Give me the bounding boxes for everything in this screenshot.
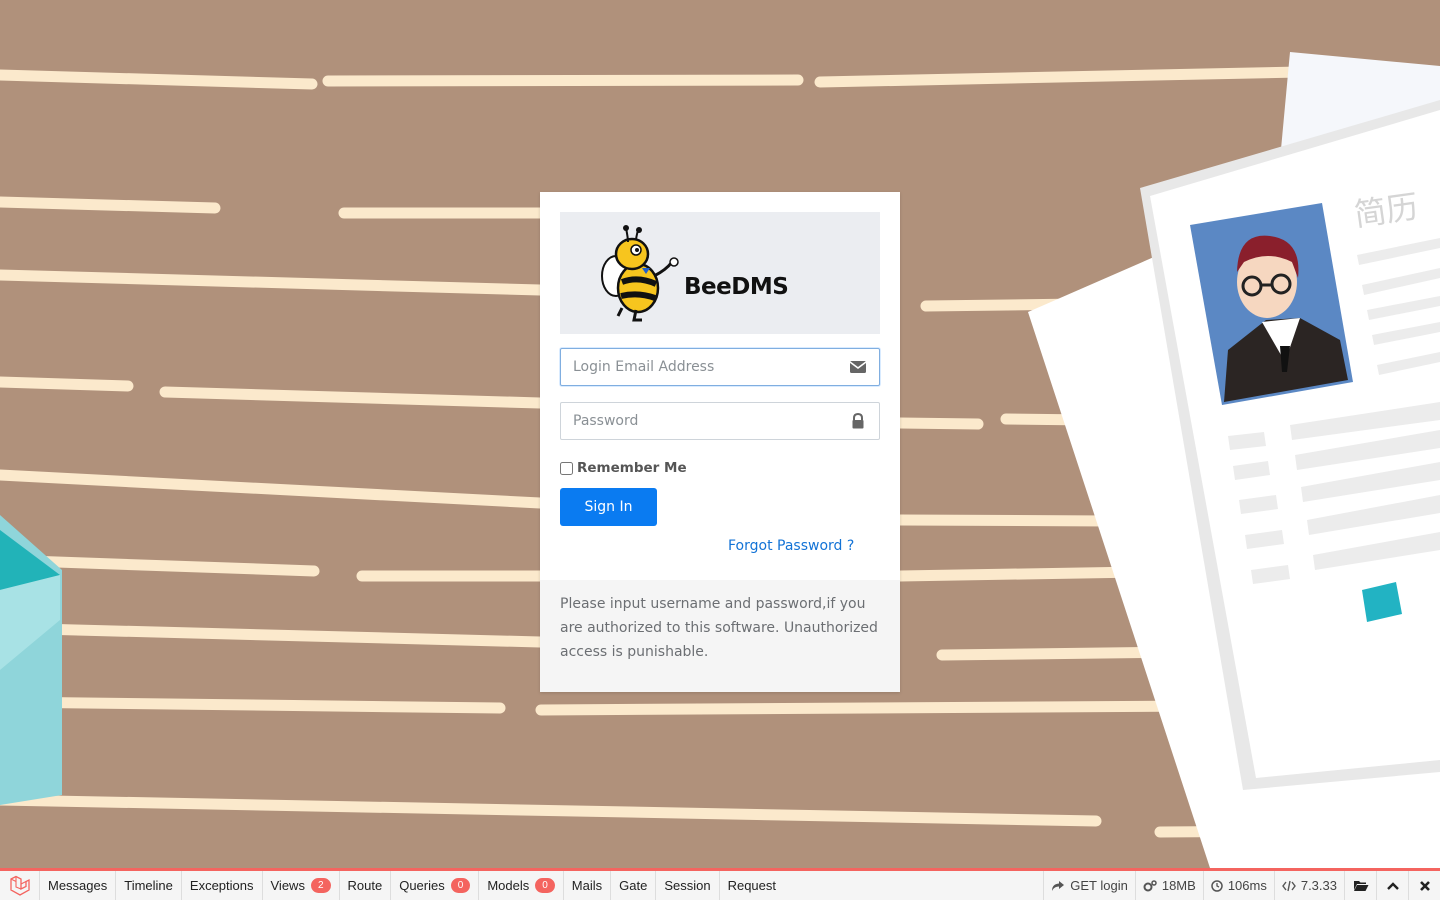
tab-label: Session xyxy=(664,878,711,893)
folder-open-icon xyxy=(1353,881,1368,891)
remember-me-checkbox[interactable] xyxy=(560,461,573,475)
count-badge: 0 xyxy=(535,878,555,893)
open-folder-button[interactable] xyxy=(1344,871,1376,900)
route-stat[interactable]: GET login xyxy=(1043,871,1135,900)
forgot-password-link[interactable]: Forgot Password ? xyxy=(728,538,854,554)
bee-mascot-icon xyxy=(601,225,679,322)
debug-stats: GET login 18MB 106ms 7.3.33 xyxy=(1043,871,1440,900)
tab-label: Queries xyxy=(399,878,445,893)
close-icon xyxy=(1419,880,1430,891)
tab-label: Timeline xyxy=(124,878,173,893)
tab-label: Messages xyxy=(48,878,108,893)
tab-route[interactable]: Route xyxy=(340,871,392,900)
php-version-stat: 7.3.33 xyxy=(1273,871,1344,900)
tab-session[interactable]: Session xyxy=(656,871,720,900)
login-card: BeeDMS Remember Me Sign In Forgot Passwo… xyxy=(540,192,900,692)
tab-label: Views xyxy=(270,878,305,893)
logo-panel: BeeDMS xyxy=(560,212,880,334)
tab-queries[interactable]: Queries 0 xyxy=(391,871,480,900)
tab-label: Request xyxy=(727,878,776,893)
password-field-wrapper xyxy=(560,402,880,440)
php-version-value: 7.3.33 xyxy=(1300,878,1337,893)
access-notice: Please input username and password,if yo… xyxy=(560,596,878,660)
tab-models[interactable]: Models 0 xyxy=(479,871,564,900)
maximize-button[interactable] xyxy=(1376,871,1408,900)
tab-timeline[interactable]: Timeline xyxy=(116,871,182,900)
tab-label: Gate xyxy=(619,878,648,893)
tab-label: Mails xyxy=(571,878,603,893)
envelope-icon xyxy=(849,361,867,373)
chevron-up-icon xyxy=(1386,881,1399,890)
tab-label: Models xyxy=(487,878,530,893)
lock-icon xyxy=(852,413,864,429)
count-badge: 0 xyxy=(450,878,471,893)
remember-me-label: Remember Me xyxy=(577,460,687,476)
clock-icon xyxy=(1211,879,1223,892)
email-field-wrapper xyxy=(560,348,880,386)
memory-value: 18MB xyxy=(1161,878,1196,893)
tab-mails[interactable]: Mails xyxy=(564,871,612,900)
cogs-icon xyxy=(1143,879,1157,891)
sign-in-button[interactable]: Sign In xyxy=(560,488,657,526)
route-value: GET login xyxy=(1070,878,1128,893)
code-icon xyxy=(1281,880,1296,891)
laravel-icon xyxy=(9,875,30,896)
memory-stat: 18MB xyxy=(1134,871,1203,900)
remember-me: Remember Me xyxy=(560,460,687,476)
password-input[interactable] xyxy=(561,403,855,439)
tab-exceptions[interactable]: Exceptions xyxy=(182,871,263,900)
close-button[interactable] xyxy=(1408,871,1440,900)
tab-views[interactable]: Views 2 xyxy=(263,871,340,900)
tab-messages[interactable]: Messages xyxy=(40,871,117,900)
tab-gate[interactable]: Gate xyxy=(611,871,657,900)
count-badge: 2 xyxy=(310,878,331,893)
laravel-logo-icon[interactable] xyxy=(0,871,40,900)
email-input[interactable] xyxy=(561,349,855,385)
tab-label: Route xyxy=(347,878,383,893)
time-value: 106ms xyxy=(1227,878,1267,893)
time-stat: 106ms xyxy=(1202,871,1274,900)
tab-label: Exceptions xyxy=(189,878,254,893)
tab-request[interactable]: Request xyxy=(720,871,784,900)
brand-name: BeeDMS xyxy=(684,274,789,300)
login-footer: Please input username and password,if yo… xyxy=(540,580,900,692)
share-icon xyxy=(1052,880,1065,891)
debug-bar: Messages Timeline Exceptions Views 2 Rout… xyxy=(0,868,1440,900)
